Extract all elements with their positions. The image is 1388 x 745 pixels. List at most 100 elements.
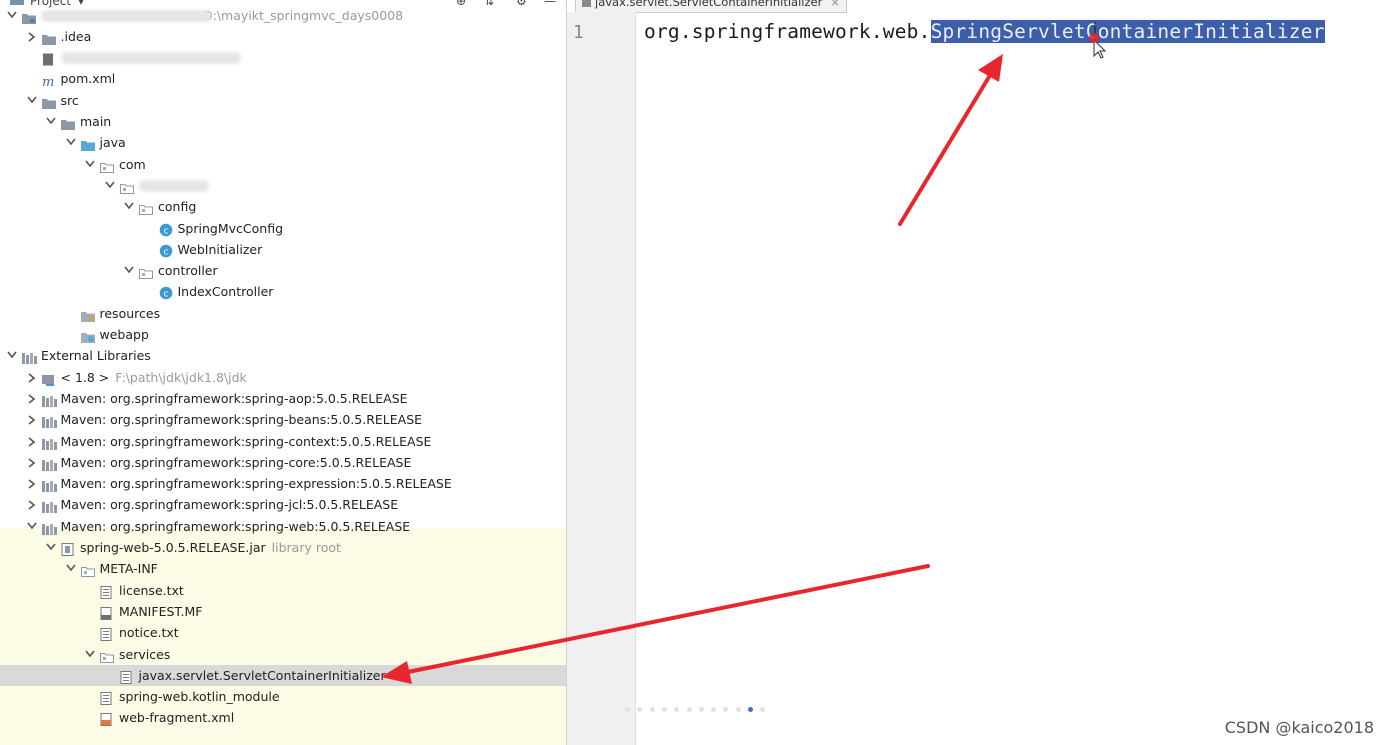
tree-item[interactable]: < 1.8 > F:\path\jdk\jdk1.8\jdk xyxy=(0,367,566,388)
svg-text:c: c xyxy=(163,290,168,300)
tree-item[interactable]: java xyxy=(0,132,566,153)
tree-item[interactable]: resources xyxy=(0,303,566,324)
chevron-down-icon[interactable] xyxy=(45,537,57,558)
tree-item[interactable]: c SpringMvcConfig xyxy=(0,218,566,239)
chevron-down-icon[interactable] xyxy=(6,5,18,26)
tree-item-text: IndexController xyxy=(177,284,274,300)
folder-icon xyxy=(41,30,56,45)
tree-item-label: com xyxy=(119,154,146,175)
tree-item-label: META-INF xyxy=(100,558,158,579)
chevron-right-icon[interactable] xyxy=(26,388,38,409)
tree-item[interactable]: main xyxy=(0,111,566,132)
chevron-down-icon[interactable] xyxy=(26,516,38,537)
pager-dot[interactable] xyxy=(735,707,741,712)
tree-item-label: main xyxy=(80,111,111,132)
svg-text:c: c xyxy=(163,247,168,257)
pager-dot[interactable] xyxy=(711,707,717,712)
pager-dot[interactable] xyxy=(625,707,630,712)
xml-file-icon xyxy=(100,711,114,727)
tree-item[interactable]: Maven: org.springframework:spring-web:5.… xyxy=(0,516,566,537)
tree-item-text: pom.xml xyxy=(60,71,116,87)
class-icon: c xyxy=(159,243,173,257)
tree-item[interactable]: c IndexController xyxy=(0,281,566,302)
class-icon: c xyxy=(159,222,173,236)
tree-item[interactable]: Maven: org.springframework:spring-expres… xyxy=(0,473,566,494)
tab-label: javax.servlet.ServletContainerInitialize… xyxy=(595,0,823,9)
tree-item[interactable]: config xyxy=(0,196,566,217)
pager-dot[interactable] xyxy=(674,707,680,712)
redacted-text xyxy=(60,52,241,65)
tree-item[interactable]: javax.servlet.ServletContainerInitialize… xyxy=(0,664,566,686)
tree-item[interactable]: license.txt xyxy=(0,580,566,601)
tree-item-label: Maven: org.springframework:spring-core:5… xyxy=(61,452,412,473)
tree-item-text: SpringMvcConfig xyxy=(177,220,284,236)
tree-item[interactable]: webapp xyxy=(0,324,566,345)
tree-item[interactable] xyxy=(0,175,566,196)
pager-dot[interactable] xyxy=(649,707,655,712)
chevron-down-icon[interactable] xyxy=(45,111,57,132)
tree-item[interactable]: services xyxy=(0,644,566,665)
tree-item[interactable]: spring-web-5.0.5.RELEASE.jar library root xyxy=(0,537,566,558)
tree-item[interactable]: c WebInitializer xyxy=(0,239,566,260)
chevron-right-icon[interactable] xyxy=(26,409,38,430)
pager-dot[interactable] xyxy=(748,707,753,712)
chevron-down-icon[interactable] xyxy=(65,558,77,579)
tree-item-text: webapp xyxy=(99,327,149,342)
tree-item[interactable]: com xyxy=(0,154,566,175)
resources-folder-icon xyxy=(80,307,95,322)
tree-item[interactable]: Maven: org.springframework:spring-aop:5.… xyxy=(0,388,566,409)
tree-item[interactable] xyxy=(0,47,566,68)
chevron-down-icon[interactable] xyxy=(104,175,116,196)
chevron-right-icon[interactable] xyxy=(26,452,38,473)
chevron-right-icon[interactable] xyxy=(26,26,38,47)
package-icon xyxy=(100,158,114,173)
tree-item[interactable]: m pom.xml xyxy=(0,68,566,90)
chevron-down-icon[interactable] xyxy=(26,90,38,111)
tree-item[interactable]: META-INF xyxy=(0,558,566,579)
tree-item-label: Maven: org.springframework:spring-expres… xyxy=(61,473,452,494)
maven-icon: m xyxy=(42,72,56,90)
tree-item[interactable]: Maven: org.springframework:spring-core:5… xyxy=(0,452,566,473)
library-icon xyxy=(41,392,57,407)
editor-gutter xyxy=(567,12,636,745)
chevron-right-icon[interactable] xyxy=(26,367,38,388)
tree-item[interactable]: controller xyxy=(0,260,566,281)
file-icon xyxy=(42,51,56,66)
tree-item-text: Maven: org.springframework:spring-beans:… xyxy=(60,412,423,428)
chevron-down-icon[interactable] xyxy=(123,196,135,217)
library-icon xyxy=(41,435,57,450)
pager-dot[interactable] xyxy=(637,707,643,712)
tree-item-text: Maven: org.springframework:spring-contex… xyxy=(60,433,432,449)
folder-icon xyxy=(61,115,75,130)
pager-dot[interactable] xyxy=(661,707,667,712)
tree-item[interactable]: web-fragment.xml xyxy=(0,707,566,728)
chevron-down-icon[interactable] xyxy=(84,154,96,175)
tree-item-text: com xyxy=(119,156,146,172)
chevron-right-icon[interactable] xyxy=(26,473,38,494)
chevron-down-icon[interactable] xyxy=(84,644,96,665)
tree-item[interactable]: notice.txt xyxy=(0,622,566,643)
chevron-down-icon[interactable] xyxy=(123,260,135,281)
chevron-right-icon[interactable] xyxy=(26,431,38,452)
tree-item[interactable]: External Libraries xyxy=(0,345,566,366)
tree-item[interactable]: spring-web.kotlin_module xyxy=(0,686,566,707)
tree-item[interactable]: D:\mayikt_springmvc_days0008 xyxy=(0,5,566,26)
tree-item[interactable]: src xyxy=(0,90,566,111)
chevron-right-icon[interactable] xyxy=(26,494,38,515)
package-icon xyxy=(139,264,153,280)
tree-item[interactable]: MANIFEST.MF xyxy=(0,601,566,622)
code-line[interactable]: org.springframework.web.SpringServletCon… xyxy=(644,20,1325,43)
close-icon[interactable]: × xyxy=(830,0,840,9)
tree-item[interactable]: Maven: org.springframework:spring-contex… xyxy=(0,431,566,452)
library-icon xyxy=(41,456,57,471)
tree-item[interactable]: .idea xyxy=(0,26,566,47)
pager-dot[interactable] xyxy=(686,707,692,712)
chevron-down-icon[interactable] xyxy=(6,345,18,366)
tree-item[interactable]: Maven: org.springframework:spring-jcl:5.… xyxy=(0,494,566,515)
pager-dot[interactable] xyxy=(698,707,704,712)
pager-dot[interactable] xyxy=(760,707,766,712)
tree-item-text: controller xyxy=(158,263,218,279)
tree-item[interactable]: Maven: org.springframework:spring-beans:… xyxy=(0,409,566,430)
pager-dot[interactable] xyxy=(723,707,729,712)
chevron-down-icon[interactable] xyxy=(65,132,77,153)
